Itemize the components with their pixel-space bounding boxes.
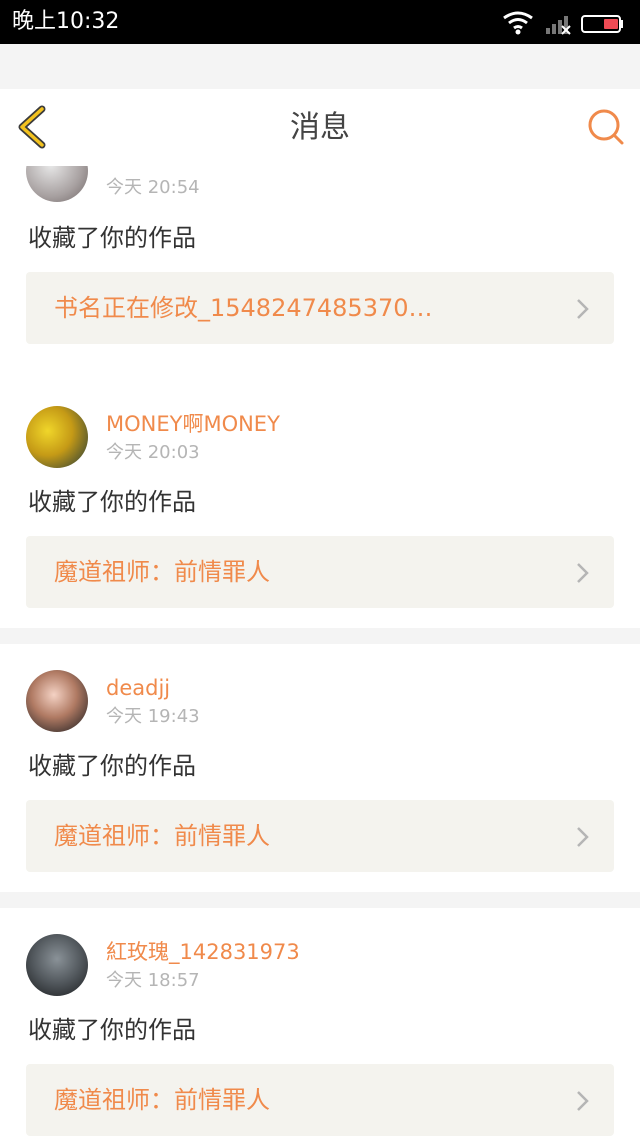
timestamp: 今天 18:57 [106, 970, 200, 991]
work-title: 魔道祖师：前情罪人 [54, 822, 270, 850]
search-icon[interactable] [586, 107, 626, 147]
avatar[interactable] [26, 670, 88, 732]
avatar[interactable] [26, 934, 88, 996]
timestamp: 今天 19:43 [106, 706, 200, 727]
username[interactable]: 紅玫瑰_142831973 [106, 938, 300, 966]
notification-card: 今天 20:54 收藏了你的作品 书名正在修改_1548247485370… [0, 166, 640, 382]
page-title: 消息 [290, 110, 350, 145]
battery-icon [581, 15, 623, 33]
chevron-right-icon [577, 1091, 589, 1111]
work-link[interactable]: 书名正在修改_1548247485370… [26, 272, 614, 344]
work-link[interactable]: 魔道祖师：前情罪人 [26, 536, 614, 608]
chevron-right-icon [577, 299, 589, 319]
signal-icon [546, 16, 571, 35]
work-title: 魔道祖师：前情罪人 [54, 1086, 270, 1114]
notification-list[interactable]: 今天 20:54 收藏了你的作品 书名正在修改_1548247485370… M… [0, 166, 640, 1138]
username[interactable]: deadjj [106, 674, 170, 702]
chevron-right-icon [577, 563, 589, 583]
work-title: 魔道祖师：前情罪人 [54, 558, 270, 586]
navigation-bar: 消息 [0, 89, 640, 167]
notification-card: MONEY啊MONEY 今天 20:03 收藏了你的作品 魔道祖师：前情罪人 [0, 380, 640, 628]
work-link[interactable]: 魔道祖师：前情罪人 [26, 800, 614, 872]
status-bar: 晚上10:32 [0, 0, 640, 44]
work-title: 书名正在修改_1548247485370… [54, 294, 433, 322]
username[interactable]: MONEY啊MONEY [106, 410, 280, 438]
top-spacer [0, 44, 640, 89]
status-time: 晚上10:32 [12, 9, 120, 34]
action-text: 收藏了你的作品 [28, 488, 196, 516]
action-text: 收藏了你的作品 [28, 224, 196, 252]
notification-card: deadjj 今天 19:43 收藏了你的作品 魔道祖师：前情罪人 [0, 644, 640, 892]
chevron-right-icon [577, 827, 589, 847]
avatar[interactable] [26, 406, 88, 468]
action-text: 收藏了你的作品 [28, 752, 196, 780]
action-text: 收藏了你的作品 [28, 1016, 196, 1044]
work-link[interactable]: 魔道祖师：前情罪人 [26, 1064, 614, 1136]
avatar[interactable] [26, 166, 88, 202]
status-icons [503, 11, 623, 35]
wifi-icon [503, 11, 533, 35]
timestamp: 今天 20:03 [106, 442, 200, 463]
timestamp: 今天 20:54 [106, 177, 200, 198]
notification-card: 紅玫瑰_142831973 今天 18:57 收藏了你的作品 魔道祖师：前情罪人 [0, 908, 640, 1138]
